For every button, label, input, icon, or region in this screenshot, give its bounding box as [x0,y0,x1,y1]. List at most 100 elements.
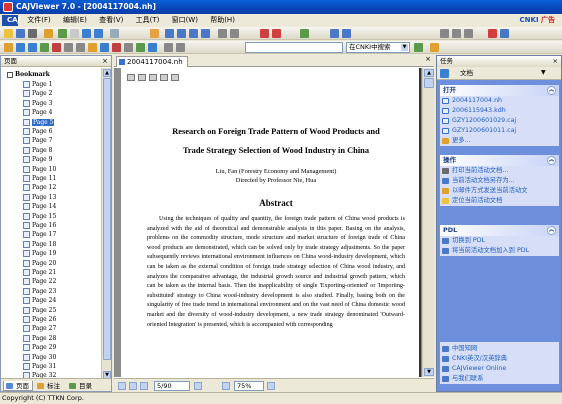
page-list-item[interactable]: Page 27 [23,325,56,333]
highlight-icon[interactable] [52,43,61,52]
page-list-item[interactable]: Page 23 [23,287,56,296]
menu-edit[interactable]: 编辑(E) [58,14,92,27]
page-fit-icon[interactable] [171,74,179,81]
select-icon[interactable] [4,43,13,52]
more-files-link[interactable]: 更多... [440,136,559,146]
stamp-icon[interactable] [176,43,185,52]
page-list-item[interactable]: Page 7 [23,137,52,145]
pdl-section-header[interactable]: PDL ︽ [440,225,559,236]
collapse-icon[interactable]: ︽ [547,156,556,165]
bookmark-icon[interactable] [148,43,157,52]
open-folder-icon[interactable] [4,29,13,38]
shape-icon[interactable] [136,43,145,52]
selector-dropdown-icon[interactable]: ▼ [541,69,546,76]
page-list-item[interactable]: Page 10 [23,165,56,174]
bookmark-root[interactable]: Bookmark [7,71,50,78]
eraser-icon[interactable] [124,43,133,52]
menu-file[interactable]: 文件(F) [22,14,56,27]
find-icon[interactable] [430,43,439,52]
recent-file-3[interactable]: GZY1200601029.caj [440,116,559,126]
recent-file-1[interactable]: 2004117004.nh [440,96,559,106]
rotate-icon[interactable] [300,29,309,38]
cajviewer-online-link[interactable]: CAJViewer Online [440,364,559,374]
page-list-item[interactable]: Page 4 [23,109,52,117]
note-icon[interactable] [88,43,97,52]
page-list-item[interactable]: Page 15 [23,212,56,221]
forward-icon[interactable] [230,29,239,38]
select-text-icon[interactable] [58,29,67,38]
pen-icon[interactable] [112,43,121,52]
switch-pdl-link[interactable]: 切换到 PDL [440,236,559,246]
fit-width-icon[interactable] [330,29,339,38]
underline-icon[interactable] [64,43,73,52]
page-list-item[interactable]: Page 22 [23,278,56,286]
text-select-icon[interactable] [16,43,25,52]
measure-icon[interactable] [164,43,173,52]
scroll-up-icon[interactable]: ▲ [103,69,111,77]
collapse-icon[interactable]: ︽ [547,86,556,95]
search-input[interactable] [245,42,343,53]
page-number-field[interactable]: 5/90 [154,381,190,391]
page-select-icon[interactable] [127,74,135,81]
hand-tool-icon[interactable] [110,29,119,38]
next-page-icon[interactable] [189,29,198,38]
task-pane-selector[interactable]: 文档 [457,69,537,78]
page-list-item[interactable]: Page 29 [23,344,56,352]
task-back-icon[interactable] [440,69,449,78]
scroll-thumb[interactable] [103,78,111,360]
page-list-item[interactable]: Page 12 [23,184,56,192]
page-list-item[interactable]: Page 19 [23,250,56,258]
link-icon[interactable] [100,43,109,52]
collapse-icon[interactable]: ︽ [547,226,556,235]
page-list-item[interactable]: Page 1 [23,81,52,89]
menu-help[interactable]: 帮助(H) [205,14,240,27]
page-list-item[interactable]: Page 18 [23,240,56,249]
zoom-in-icon[interactable] [260,29,269,38]
continuous-icon[interactable] [452,29,461,38]
page-list-item[interactable]: Page 14 [23,203,56,211]
locate-document-link[interactable]: 定位当前活动文档 [440,196,559,206]
image-select-icon[interactable] [28,43,37,52]
first-page-button[interactable] [118,382,126,390]
page-list-item[interactable]: Page 25 [23,306,56,315]
page-print-icon[interactable] [149,74,157,81]
layout-icon[interactable] [500,29,509,38]
fit-page-icon[interactable] [342,29,351,38]
page-list-item[interactable]: Page 5 [23,118,55,127]
open-section-header[interactable]: 打开 ︽ [440,85,559,96]
page-list-item[interactable]: Page 2 [23,90,52,98]
cnki-link[interactable]: 中国知网 [440,344,559,354]
last-page-button[interactable] [194,382,202,390]
zoom-out-icon[interactable] [272,29,281,38]
last-page-icon[interactable] [201,29,210,38]
page-list-item[interactable]: Page 17 [23,231,56,239]
save-as-link[interactable]: 当前活动文档另存为... [440,176,559,186]
recent-file-4[interactable]: GZY1200601011.caj [440,126,559,136]
doc-scroll-down-icon[interactable]: ▼ [424,368,434,376]
ocr-icon[interactable] [40,43,49,52]
tab-annotations[interactable]: 标注 [35,381,63,391]
zoom-box-icon[interactable] [150,29,159,38]
save-icon[interactable] [16,29,25,38]
copy-icon[interactable] [70,29,79,38]
recent-file-2[interactable]: 2006115943.kdh [440,106,559,116]
single-page-icon[interactable] [440,29,449,38]
fullscreen-icon[interactable] [488,29,497,38]
cnki-brand[interactable]: CNKI 广告 [515,14,560,27]
zoom-in-button[interactable] [267,382,275,390]
search-go-icon[interactable] [414,43,423,52]
document-tab[interactable]: 2004117004.nh [116,56,188,67]
add-to-pdl-link[interactable]: 将当前活动文档加入到 PDL [440,246,559,256]
page-list-item[interactable]: Page 24 [23,297,56,305]
page-list-item[interactable]: Page 13 [23,193,56,202]
left-pane-scrollbar[interactable]: ▲ ▼ [101,68,111,380]
strikeout-icon[interactable] [76,43,85,52]
print-document-link[interactable]: 打印当前活动文档... [440,166,559,176]
prev-page-icon[interactable] [177,29,186,38]
page-list-item[interactable]: Page 8 [23,146,52,155]
zoom-field[interactable]: 75% [234,381,264,391]
tab-pages[interactable]: 页面 [3,381,33,391]
email-icon[interactable] [44,29,53,38]
first-page-icon[interactable] [165,29,174,38]
menu-window[interactable]: 窗口(W) [167,14,203,27]
